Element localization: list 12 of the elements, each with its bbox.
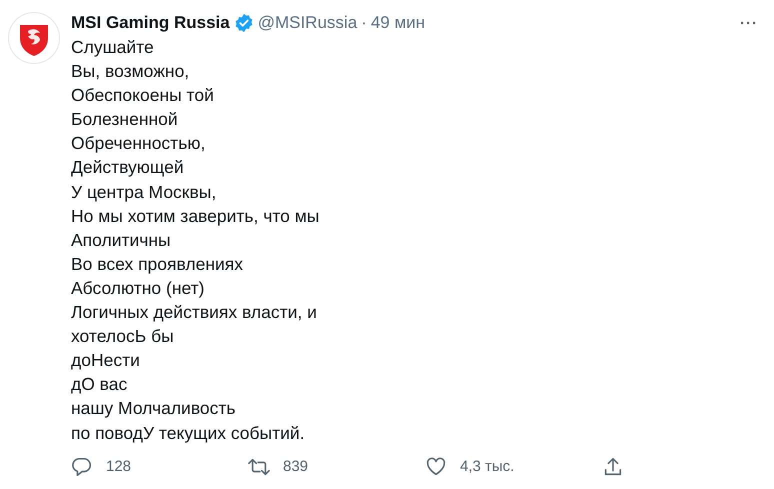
reply-button[interactable]: 128 — [71, 456, 248, 478]
retweet-button[interactable]: 839 — [248, 456, 425, 478]
user-handle[interactable]: @MSIRussia — [258, 13, 358, 33]
author-name[interactable]: MSI Gaming Russia — [71, 13, 230, 33]
action-count: 4,3 тыс. — [460, 458, 514, 476]
separator: · — [361, 13, 367, 33]
tweet-text: Слушайте Вы, возможно, Обеспокоены той Болезненной Обреченностью, Действующей У центра Москвы, Но мы хотим заверить, что мы Аполитичны Во всех проявлениях Абсолютно (нет) Логичных действиях власти, и хотелосЬ бы доНести дО вас нашу Молчаливость по поводУ текущих событий. — [71, 36, 320, 445]
post-time[interactable]: 49 мин — [370, 13, 426, 33]
like-button[interactable]: 4,3 тыс. — [425, 456, 602, 478]
action-count: 839 — [283, 458, 308, 476]
more-button[interactable]: ··· — [740, 14, 758, 32]
action-count: 128 — [106, 458, 132, 476]
